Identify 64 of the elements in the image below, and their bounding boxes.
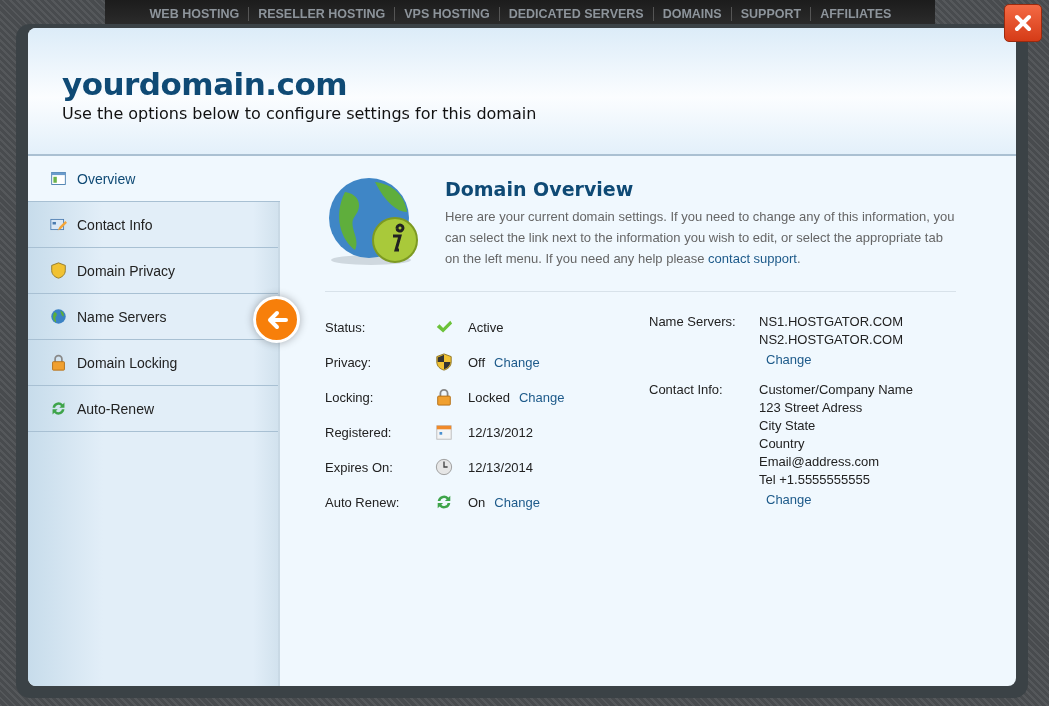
nav-link[interactable]: VPS HOSTING — [394, 7, 499, 21]
padlock-icon — [435, 388, 453, 406]
detail-label: Contact Info: — [649, 381, 724, 399]
detail-line: NS1.HOSTGATOR.COM — [759, 313, 904, 331]
detail-line: Customer/Company Name — [759, 381, 913, 399]
nav-link[interactable]: DEDICATED SERVERS — [498, 7, 653, 21]
sidebar-tab[interactable]: Auto-Renew — [28, 386, 278, 432]
refresh-icon — [50, 400, 67, 417]
detail-value: 12/13/2012 — [468, 424, 534, 440]
tab-label: Contact Info — [77, 216, 153, 233]
detail-label: Auto Renew: — [325, 494, 401, 510]
overview-description: Here are your current domain settings. If you need to change any of this information, you can select the link next to the information you wish to edit, or select the appropriate tab on the left menu. If you need any help please contact support. — [445, 208, 956, 268]
change-link[interactable]: Change — [518, 389, 565, 405]
sidebar-tab[interactable]: Domain Locking — [28, 340, 278, 386]
change-link[interactable]: Change — [766, 351, 913, 369]
change-link[interactable]: Change — [494, 354, 540, 370]
detail-label: Status: — [325, 319, 367, 335]
contact-support-link[interactable]: contact support — [708, 251, 797, 266]
detail-line: 123 Street Adress — [759, 399, 864, 417]
change-link[interactable]: Change — [494, 494, 540, 510]
nav-link[interactable]: RESELLER HOSTING — [248, 7, 395, 21]
detail-value: On — [468, 494, 486, 510]
tab-label: Name Servers — [77, 308, 167, 325]
detail-line: NS2.HOSTGATOR.COM — [759, 331, 904, 349]
close-button[interactable] — [1004, 4, 1042, 42]
detail-line: Country — [759, 435, 806, 453]
shield-icon — [50, 262, 67, 279]
detail-value: Locked — [468, 389, 510, 405]
detail-label: Name Servers: — [649, 313, 737, 331]
detail-value: Off — [468, 354, 486, 370]
domain-title: yourdomain.com — [62, 66, 349, 102]
layout-icon — [50, 170, 67, 187]
arrow-left-icon — [265, 309, 288, 330]
tab-label: Auto-Renew — [77, 400, 155, 417]
detail-value: 12/13/2014 — [468, 459, 534, 475]
calendar-icon — [435, 423, 453, 441]
change-link[interactable]: Change — [766, 491, 913, 509]
nav-link[interactable]: AFFILIATES — [810, 7, 901, 21]
card-pencil-icon — [50, 216, 67, 233]
tab-label: Overview — [77, 170, 136, 187]
overview-title: Domain Overview — [445, 178, 635, 200]
header-subtitle: Use the options below to configure settings for this domain — [62, 104, 538, 123]
nav-link[interactable]: SUPPORT — [730, 7, 811, 21]
sidebar-tab[interactable]: Contact Info — [28, 202, 278, 248]
refresh-icon — [435, 493, 453, 511]
padlock-icon — [50, 354, 67, 371]
detail-line: Tel +1.5555555555 — [759, 471, 871, 489]
sidebar-tab[interactable]: Domain Privacy — [28, 248, 278, 294]
detail-label: Expires On: — [325, 459, 394, 475]
sidebar-tab[interactable]: Overview — [28, 156, 280, 202]
clock-icon — [435, 458, 453, 476]
detail-line: City State — [759, 417, 817, 435]
close-icon — [1014, 14, 1032, 32]
shield-icon — [435, 353, 453, 371]
detail-label: Privacy: — [325, 354, 373, 370]
globe-icon — [50, 308, 67, 325]
tab-label: Domain Privacy — [77, 262, 176, 279]
detail-value: Active — [468, 319, 504, 335]
detail-label: Locking: — [325, 389, 375, 405]
tab-label: Domain Locking — [77, 354, 178, 371]
detail-line: Email@address.com — [759, 453, 881, 471]
nav-link[interactable]: DOMAINS — [652, 7, 731, 21]
nav-link[interactable]: WEB HOSTING — [139, 7, 249, 21]
detail-label: Registered: — [325, 424, 393, 440]
